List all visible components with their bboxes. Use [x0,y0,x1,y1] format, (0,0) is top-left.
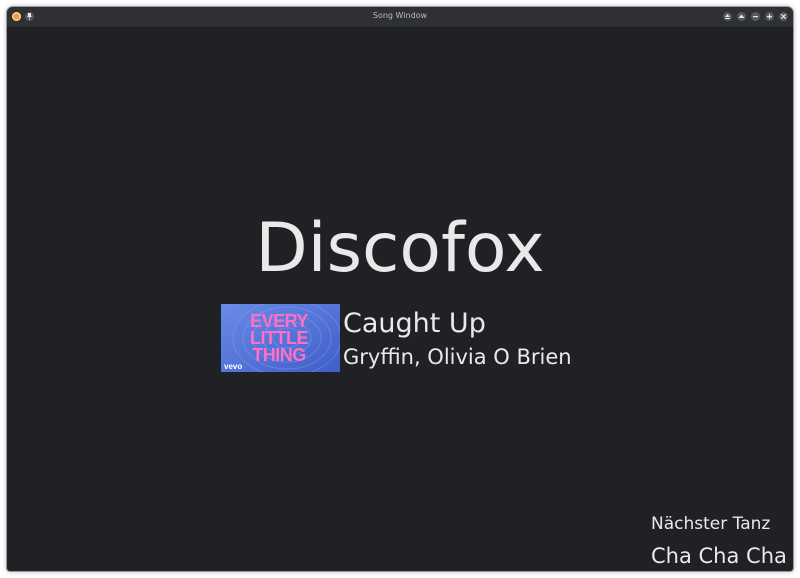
song-title: Caught Up [343,308,486,339]
next-dance-label: Nächster Tanz [651,514,771,534]
current-dance: Discofox [255,209,545,288]
shade-icon[interactable] [737,12,746,21]
cover-line-3: THING [252,345,306,365]
album-cover: EVERY LITTLE THING vevo [221,304,340,372]
titlebar-buttons [723,12,788,21]
window-title: Song Window [372,11,428,20]
song-window: Song Window Discofox EVERY LITTLE THING … [7,7,793,571]
song-artist: Gryffin, Olivia O Brien [343,345,572,369]
keep-above-icon[interactable] [723,12,732,21]
close-icon[interactable] [779,12,788,21]
cover-brand: vevo [224,362,242,371]
titlebar[interactable]: Song Window [7,7,793,28]
next-dance: Cha Cha Cha [651,544,787,568]
maximize-icon[interactable] [765,12,774,21]
minimize-icon[interactable] [751,12,760,21]
song-display: Discofox EVERY LITTLE THING vevo Caught … [7,28,793,571]
